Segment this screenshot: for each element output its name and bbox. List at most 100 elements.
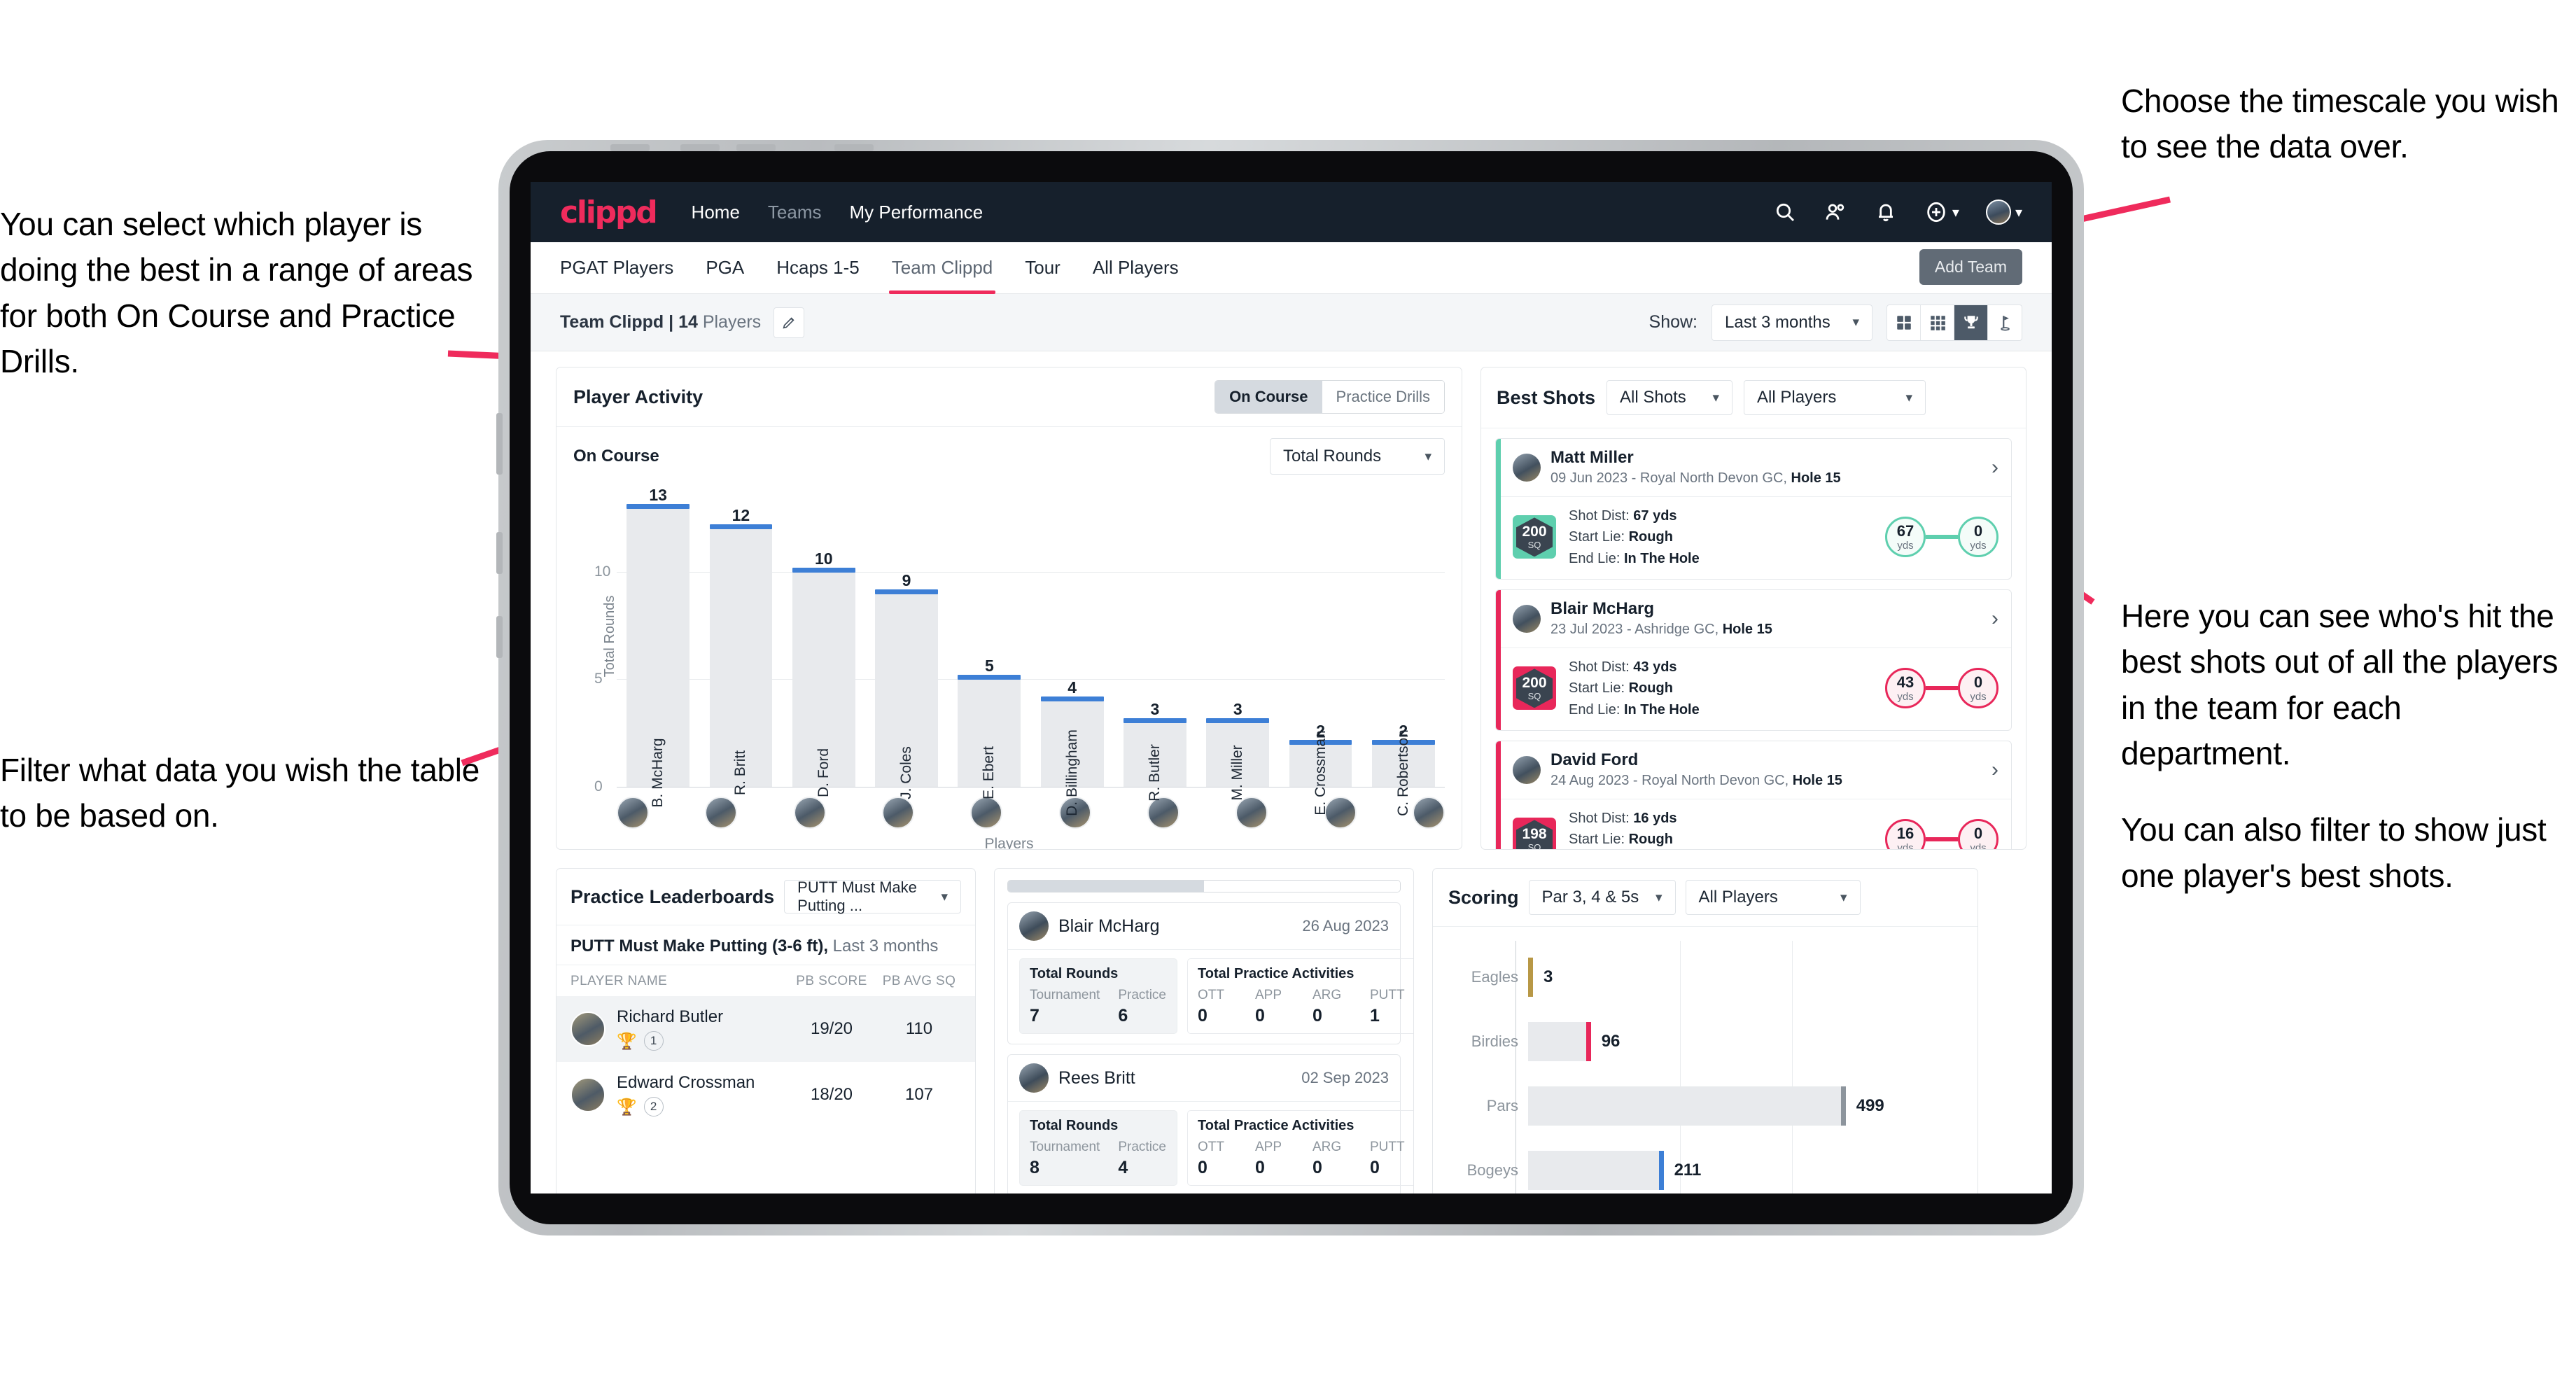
chart-bar[interactable]: R. Britt [709,524,773,795]
player-avatar[interactable] [1147,797,1180,829]
start-lie-label: Start Lie: [1569,832,1629,848]
metric-select[interactable]: Total Rounds ▾ [1270,438,1445,475]
chart-bar-column[interactable]: 2 C. Robertson [1362,486,1445,816]
profile-menu[interactable]: ▾ [1985,200,2022,225]
chart-bar[interactable]: D. Billingham [1040,696,1104,816]
tab-team-clippd[interactable]: Team Clippd [888,242,995,294]
plus-circle-icon[interactable] [1924,200,1948,224]
pb-avg-sq: 110 [905,1019,933,1038]
shot-details: Shot Dist: 16 ydsStart Lie: RoughEnd Lie… [1569,808,1700,849]
activity-card[interactable]: Rees Britt 02 Sep 2023 Total Rounds Tournam… [1007,1054,1413,1194]
scoring-row[interactable]: Birdies 96 [1451,1009,1959,1074]
toggle-practice-drills[interactable]: Practice Drills [1322,381,1444,413]
chart-bar-column[interactable]: 5 E. Ebert [948,486,1030,799]
grid-9-icon[interactable] [1921,304,1954,340]
player-avatar[interactable] [1412,797,1445,829]
chart-bar[interactable]: M. Miller [1206,718,1270,801]
nav-link-my-performance[interactable]: My Performance [849,202,983,223]
stat-value: 7 [1030,1006,1040,1026]
practice-subtitle-bold: PUTT Must Make Putting (3-6 ft), [570,937,828,955]
shot-dist-value: 67 yds [1633,507,1677,524]
app-logo[interactable]: clippd [560,195,658,230]
tab-least-active[interactable]: Least Active [1204,881,1400,892]
chart-bar-column[interactable]: 13 B. McHarg [617,486,699,808]
tab-pga[interactable]: PGA [706,242,744,294]
par-filter-select[interactable]: Par 3, 4 & 5s ▾ [1528,880,1676,915]
activity-cards-list: Blair McHarg 26 Aug 2023 Total Rounds Tourn… [995,892,1413,1194]
search-icon[interactable] [1773,200,1797,224]
chart-bar[interactable]: J. Coles [875,589,938,799]
chart-bar-label: D. Billingham [1063,729,1080,816]
activity-card[interactable]: Blair McHarg 26 Aug 2023 Total Rounds Tourn… [1007,902,1413,1044]
flag-icon[interactable] [1988,305,2022,340]
sq-unit: SQ [1527,842,1541,850]
chart-bar[interactable]: D. Ford [792,567,855,797]
scoring-player-select[interactable]: All Players ▾ [1685,880,1861,915]
chart-bar[interactable]: C. Robertson [1371,729,1435,816]
player-avatar[interactable] [970,797,1003,829]
add-menu[interactable]: ▾ [1924,200,1959,224]
shot-to-value: 0 [1973,522,1983,540]
team-name: Team Clippd [560,312,664,332]
chart-bar-column[interactable]: 12 R. Britt [699,486,782,795]
best-shot-card[interactable]: Blair McHarg 23 Jul 2023 - Ashridge GC, H… [1495,589,2012,731]
chevron-right-icon[interactable]: › [1991,456,1998,478]
tab-hcaps-1-5[interactable]: Hcaps 1-5 [776,242,860,294]
best-shot-card[interactable]: Matt Miller 09 Jun 2023 - Royal North Dev… [1495,438,2012,580]
best-shot-card[interactable]: David Ford 24 Aug 2023 - Royal North Devo… [1495,740,2012,850]
chart-bar-column[interactable]: 9 J. Coles [865,486,948,799]
tab-pgat-players[interactable]: PGAT Players [560,242,673,294]
shot-to-unit: yds [1970,690,1987,703]
player-avatar[interactable] [793,797,826,829]
toggle-on-course[interactable]: On Course [1215,381,1322,413]
player-avatar[interactable] [705,797,738,829]
nav-link-home[interactable]: Home [692,202,740,223]
table-row[interactable]: Richard Butler 🏆 1 19/20 110 [556,996,975,1062]
tab-most-active[interactable]: Most Active [1008,881,1204,892]
top-navbar: clippd Home Teams My Performance ▾ ▾ [531,182,2052,242]
chart-bar-column[interactable]: 4 D. Billingham [1030,486,1113,816]
edit-team-button[interactable] [774,307,805,338]
best-shots-title: Best Shots [1497,386,1596,408]
drill-select[interactable]: PUTT Must Make Putting ... ▾ [784,878,961,914]
hexagon-icon: 200 SQ [1516,517,1553,557]
best-shots-header: Best Shots All Shots ▾ All Players ▾ [1481,368,2026,428]
total-rounds-title: Total Rounds [1030,1118,1119,1133]
chart-bar[interactable]: B. McHarg [626,504,690,808]
chevron-right-icon[interactable]: › [1991,759,1998,780]
tab-tour[interactable]: Tour [1025,242,1060,294]
chart-bar-column[interactable]: 2 E. Crossman [1279,486,1362,816]
scoring-row[interactable]: Pars 499 [1451,1074,1959,1138]
best-shot-player-name: David Ford [1550,750,1639,769]
tablet-device: clippd Home Teams My Performance ▾ ▾ PGA… [496,140,2084,1236]
scoring-category-label: Pars [1486,1097,1518,1114]
period-select[interactable]: Last 3 months ▾ [1712,304,1872,341]
grid-4-icon[interactable] [1887,304,1921,340]
activity-sub-label: On Course [573,447,659,465]
chart-bar-column[interactable]: 10 D. Ford [783,486,865,797]
trophy-icon[interactable] [1954,304,1988,340]
shot-type-select[interactable]: All Shots ▾ [1606,380,1733,415]
people-icon[interactable] [1823,200,1847,224]
bell-icon[interactable] [1874,200,1898,224]
chart-bar[interactable]: R. Butler [1123,718,1186,802]
sq-unit: SQ [1527,691,1541,702]
chart-bar[interactable]: E. Crossman [1289,730,1352,816]
chart-bar-column[interactable]: 3 M. Miller [1196,486,1279,801]
avatar[interactable] [1985,200,2011,225]
nav-link-teams[interactable]: Teams [768,202,822,223]
scoring-row[interactable]: Bogeys 211 [1451,1138,1959,1194]
tab-all-players[interactable]: All Players [1093,242,1179,294]
stat-value: 0 [1255,1158,1265,1177]
chart-bar[interactable]: E. Ebert [958,675,1021,799]
stat-value: 8 [1030,1158,1040,1177]
player-avatar[interactable] [1236,797,1268,829]
player-avatar[interactable] [881,797,914,829]
avatar [1513,755,1541,784]
scoring-row[interactable]: Eagles 3 [1451,945,1959,1009]
chart-bar-column[interactable]: 3 R. Butler [1114,486,1196,802]
chevron-right-icon[interactable]: › [1991,608,1998,629]
table-row[interactable]: Edward Crossman 🏆 2 18/20 107 [556,1062,975,1128]
player-avatar[interactable] [617,797,649,829]
best-shots-player-select[interactable]: All Players ▾ [1744,380,1926,415]
